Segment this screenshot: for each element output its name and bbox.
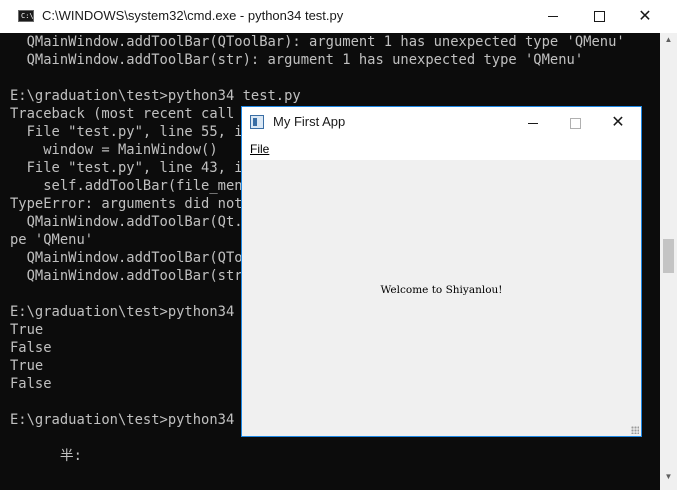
- console-line: File "test.py", line 43, in: [10, 160, 251, 176]
- console-line: window = MainWindow(): [10, 142, 218, 158]
- app-minimize-button[interactable]: [510, 107, 555, 139]
- cmd-minimize-button[interactable]: [530, 0, 576, 33]
- scroll-up-arrow-icon[interactable]: ▲: [660, 35, 677, 49]
- console-line: E:\graduation\test>python34 t: [10, 412, 251, 428]
- scroll-down-arrow-icon[interactable]: ▼: [660, 472, 677, 486]
- console-line: True: [10, 322, 44, 338]
- console-line: File "test.py", line 55, in: [10, 124, 251, 140]
- cmd-maximize-button[interactable]: [576, 0, 622, 33]
- maximize-icon: [569, 117, 581, 129]
- close-icon: ✕: [611, 114, 625, 131]
- console-line: QMainWindow.addToolBar(str): argument 1 …: [10, 52, 584, 68]
- console-line: E:\graduation\test>python34 test.py: [10, 88, 301, 104]
- console-line: QMainWindow.addToolBar(QToolBar): argume…: [10, 34, 625, 50]
- console-line: False: [10, 376, 52, 392]
- app-window-icon: [250, 115, 264, 129]
- vertical-scrollbar[interactable]: ▲ ▼: [660, 33, 677, 490]
- welcome-label: Welcome to Shiyanlou!: [380, 284, 503, 296]
- console-line: QMainWindow.addToolBar(str): [10, 268, 251, 284]
- console-icon: C:\: [18, 10, 34, 22]
- minimize-icon: [527, 122, 538, 124]
- console-line: pe 'QMenu': [10, 232, 94, 248]
- console-line: Traceback (most recent call l: [10, 106, 251, 122]
- console-line: 半:: [10, 448, 82, 464]
- scrollbar-thumb[interactable]: [663, 239, 674, 273]
- app-close-button[interactable]: ✕: [595, 107, 641, 139]
- app-titlebar[interactable]: My First App ✕: [242, 107, 641, 139]
- menu-bar: File: [242, 139, 641, 160]
- menu-file[interactable]: File: [250, 142, 269, 156]
- console-line: False: [10, 340, 52, 356]
- cmd-window-title: C:\WINDOWS\system32\cmd.exe - python34 t…: [42, 8, 344, 23]
- maximize-icon: [593, 11, 605, 22]
- console-line: self.addToolBar(file_menu: [10, 178, 251, 194]
- console-line: E:\graduation\test>python34 t: [10, 304, 251, 320]
- size-grip-icon[interactable]: [631, 426, 639, 434]
- close-icon: ✕: [638, 7, 652, 25]
- app-window-title: My First App: [273, 114, 346, 129]
- console-line: QMainWindow.addToolBar(QTo: [10, 250, 243, 266]
- console-line: TypeError: arguments did not: [10, 196, 243, 212]
- cmd-close-button[interactable]: ✕: [622, 0, 668, 33]
- cmd-titlebar[interactable]: C:\ C:\WINDOWS\system32\cmd.exe - python…: [0, 0, 677, 33]
- minimize-icon: [548, 16, 558, 17]
- app-window: My First App ✕ File Welcome to Shiyanlou…: [241, 106, 642, 437]
- console-line: True: [10, 358, 44, 374]
- central-widget: Welcome to Shiyanlou!: [242, 160, 641, 436]
- app-maximize-button[interactable]: [555, 107, 595, 139]
